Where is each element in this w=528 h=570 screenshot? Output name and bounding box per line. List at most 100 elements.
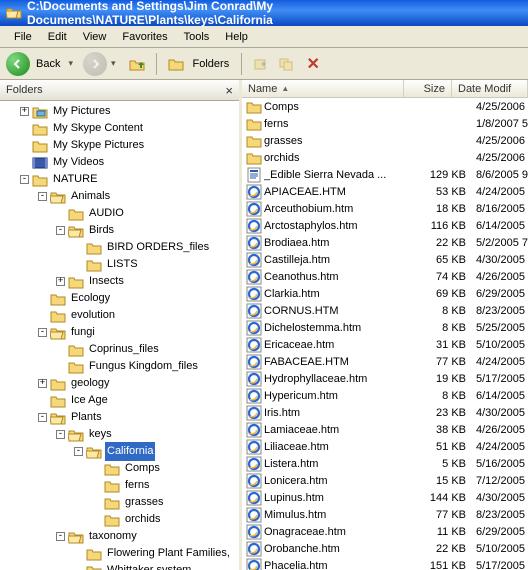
menu-tools[interactable]: Tools (176, 29, 218, 45)
expand-icon[interactable]: + (56, 277, 65, 286)
tree-item[interactable]: +Insects (2, 273, 239, 290)
tree-item[interactable]: -California (2, 443, 239, 460)
file-date: 4/30/2005 (470, 407, 528, 419)
tree-item[interactable]: +geology (2, 375, 239, 392)
tree-item[interactable]: -keys (2, 426, 239, 443)
list-item[interactable]: Listera.htm5 KB5/16/2005 (242, 455, 528, 472)
collapse-icon[interactable]: - (38, 328, 47, 337)
list-item[interactable]: Brodiaea.htm22 KB5/2/2005 7 (242, 234, 528, 251)
list-item[interactable]: Hydrophyllaceae.htm19 KB5/17/2005 (242, 370, 528, 387)
tree-item[interactable]: +My Videos (2, 154, 239, 171)
tree-item[interactable]: +Flowering Plant Families, (2, 545, 239, 562)
tree-item[interactable]: +Whittaker system (2, 562, 239, 570)
list-item[interactable]: Mimulus.htm77 KB8/23/2005 (242, 506, 528, 523)
back-dropdown-icon[interactable]: ▾ (68, 58, 79, 69)
file-date: 5/25/2005 (470, 322, 528, 334)
tree-item[interactable]: +Fungus Kingdom_files (2, 358, 239, 375)
list-item[interactable]: Liliaceae.htm51 KB4/24/2005 (242, 438, 528, 455)
list-item[interactable]: Iris.htm23 KB4/30/2005 (242, 404, 528, 421)
tree-item[interactable]: +evolution (2, 307, 239, 324)
expand-icon[interactable]: + (20, 107, 29, 116)
list-item[interactable]: CORNUS.HTM8 KB8/23/2005 (242, 302, 528, 319)
collapse-icon[interactable]: - (56, 226, 65, 235)
file-date: 4/30/2005 (470, 254, 528, 266)
menu-help[interactable]: Help (217, 29, 256, 45)
list-item[interactable]: Arceuthobium.htm18 KB8/16/2005 (242, 200, 528, 217)
back-label[interactable]: Back (34, 58, 64, 70)
list-item[interactable]: Clarkia.htm69 KB6/29/2005 (242, 285, 528, 302)
tree-item[interactable]: +My Skype Pictures (2, 137, 239, 154)
file-name: Orobanche.htm (264, 543, 420, 555)
back-button[interactable] (6, 52, 30, 76)
tree-item[interactable]: +My Pictures (2, 103, 239, 120)
file-size: 22 KB (420, 543, 470, 555)
list-item[interactable]: Ceanothus.htm74 KB4/26/2005 (242, 268, 528, 285)
list-item[interactable]: Ericaceae.htm31 KB5/10/2005 (242, 336, 528, 353)
delete-button[interactable]: ✕ (302, 53, 324, 75)
copy-to-button[interactable] (276, 53, 298, 75)
tree-item[interactable]: +Comps (2, 460, 239, 477)
list-item[interactable]: APIACEAE.HTM53 KB4/24/2005 (242, 183, 528, 200)
folders-pane-header: Folders × (0, 80, 239, 101)
tree-item[interactable]: +Coprinus_files (2, 341, 239, 358)
folders-button-label[interactable]: Folders (191, 58, 234, 70)
list-item[interactable]: Lonicera.htm15 KB7/12/2005 (242, 472, 528, 489)
list-item[interactable]: Onagraceae.htm11 KB6/29/2005 (242, 523, 528, 540)
forward-button[interactable] (83, 52, 107, 76)
list-item[interactable]: Phacelia.htm151 KB5/17/2005 (242, 557, 528, 570)
expand-icon[interactable]: + (38, 379, 47, 388)
collapse-icon[interactable]: - (56, 430, 65, 439)
tree-item[interactable]: -fungi (2, 324, 239, 341)
forward-dropdown-icon[interactable]: ▾ (111, 58, 122, 69)
column-header-size[interactable]: Size (404, 80, 452, 97)
list-item[interactable]: Dichelostemma.htm8 KB5/25/2005 (242, 319, 528, 336)
column-header-date[interactable]: Date Modif (452, 80, 528, 97)
folder-tree[interactable]: +My Pictures+My Skype Content+My Skype P… (0, 101, 239, 570)
file-list[interactable]: Comps4/25/2006ferns1/8/2007 5grasses4/25… (242, 98, 528, 570)
tree-item[interactable]: +Ecology (2, 290, 239, 307)
file-date: 1/8/2007 5 (470, 118, 528, 130)
tree-item[interactable]: -Birds (2, 222, 239, 239)
list-item[interactable]: Hypericum.htm8 KB6/14/2005 (242, 387, 528, 404)
list-item[interactable]: grasses4/25/2006 (242, 132, 528, 149)
tree-item[interactable]: -Plants (2, 409, 239, 426)
list-item[interactable]: Arctostaphylos.htm116 KB6/14/2005 (242, 217, 528, 234)
tree-item[interactable]: +AUDIO (2, 205, 239, 222)
list-item[interactable]: Lamiaceae.htm38 KB4/26/2005 (242, 421, 528, 438)
tree-item[interactable]: +Ice Age (2, 392, 239, 409)
up-button[interactable] (126, 53, 148, 75)
collapse-icon[interactable]: - (38, 413, 47, 422)
tree-item[interactable]: -Animals (2, 188, 239, 205)
list-item[interactable]: orchids4/25/2006 (242, 149, 528, 166)
tree-item[interactable]: +ferns (2, 477, 239, 494)
toolbar: Back ▾ ▾ Folders ✕ (0, 48, 528, 80)
tree-item[interactable]: +BIRD ORDERS_files (2, 239, 239, 256)
file-date: 7/12/2005 (470, 475, 528, 487)
tree-item[interactable]: +grasses (2, 494, 239, 511)
tree-item[interactable]: +orchids (2, 511, 239, 528)
menu-edit[interactable]: Edit (40, 29, 75, 45)
collapse-icon[interactable]: - (38, 192, 47, 201)
list-item[interactable]: ferns1/8/2007 5 (242, 115, 528, 132)
tree-item[interactable]: +My Skype Content (2, 120, 239, 137)
tree-item[interactable]: +LISTS (2, 256, 239, 273)
folders-button-icon[interactable] (165, 53, 187, 75)
tree-item[interactable]: -NATURE (2, 171, 239, 188)
menu-file[interactable]: File (6, 29, 40, 45)
collapse-icon[interactable]: - (56, 532, 65, 541)
column-header-name[interactable]: Name ▲ (242, 80, 404, 97)
collapse-icon[interactable]: - (74, 447, 83, 456)
list-item[interactable]: Orobanche.htm22 KB5/10/2005 (242, 540, 528, 557)
menu-favorites[interactable]: Favorites (114, 29, 175, 45)
move-to-button[interactable] (250, 53, 272, 75)
list-item[interactable]: Comps4/25/2006 (242, 98, 528, 115)
list-item[interactable]: _Edible Sierra Nevada ...129 KB8/6/2005 … (242, 166, 528, 183)
collapse-icon[interactable]: - (20, 175, 29, 184)
file-size: 77 KB (420, 356, 470, 368)
list-item[interactable]: FABACEAE.HTM77 KB4/24/2005 (242, 353, 528, 370)
list-item[interactable]: Lupinus.htm144 KB4/30/2005 (242, 489, 528, 506)
folders-pane-close[interactable]: × (225, 83, 233, 98)
menu-view[interactable]: View (75, 29, 115, 45)
list-item[interactable]: Castilleja.htm65 KB4/30/2005 (242, 251, 528, 268)
tree-item[interactable]: -taxonomy (2, 528, 239, 545)
